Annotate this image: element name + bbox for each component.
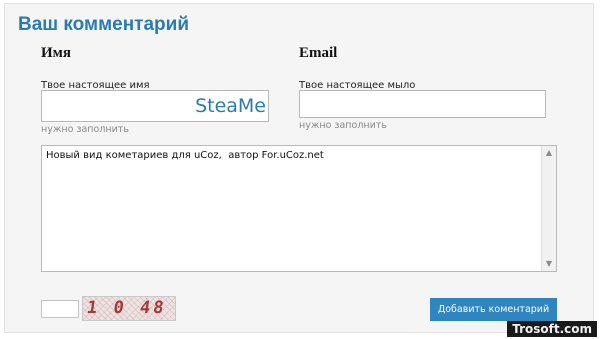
email-input[interactable]: [299, 90, 546, 118]
name-hint: нужно заполнить: [41, 124, 129, 135]
submit-comment-button[interactable]: Добавить коментарий: [430, 298, 557, 321]
comment-textarea[interactable]: Новый вид кометариев для uCoz, автор For…: [41, 145, 557, 272]
name-heading: Имя: [41, 45, 71, 61]
captcha-text: 1 0 48: [85, 298, 168, 318]
comment-text: Новый вид кометариев для uCoz, автор For…: [46, 150, 324, 161]
chevron-up-icon[interactable]: ▲: [542, 146, 556, 160]
watermark: Trosoft.com: [507, 321, 597, 337]
textarea-scrollbar[interactable]: ▲ ▼: [541, 146, 556, 271]
captcha-image: 1 0 48: [82, 296, 176, 321]
chevron-down-icon[interactable]: ▼: [542, 257, 556, 271]
name-input[interactable]: SteaMe: [41, 90, 269, 122]
email-hint: нужно заполнить: [299, 120, 387, 131]
email-heading: Email: [299, 45, 338, 61]
name-input-value: SteaMe: [195, 95, 266, 117]
form-title: Ваш комментарий: [18, 14, 190, 35]
captcha-input[interactable]: [41, 300, 79, 318]
